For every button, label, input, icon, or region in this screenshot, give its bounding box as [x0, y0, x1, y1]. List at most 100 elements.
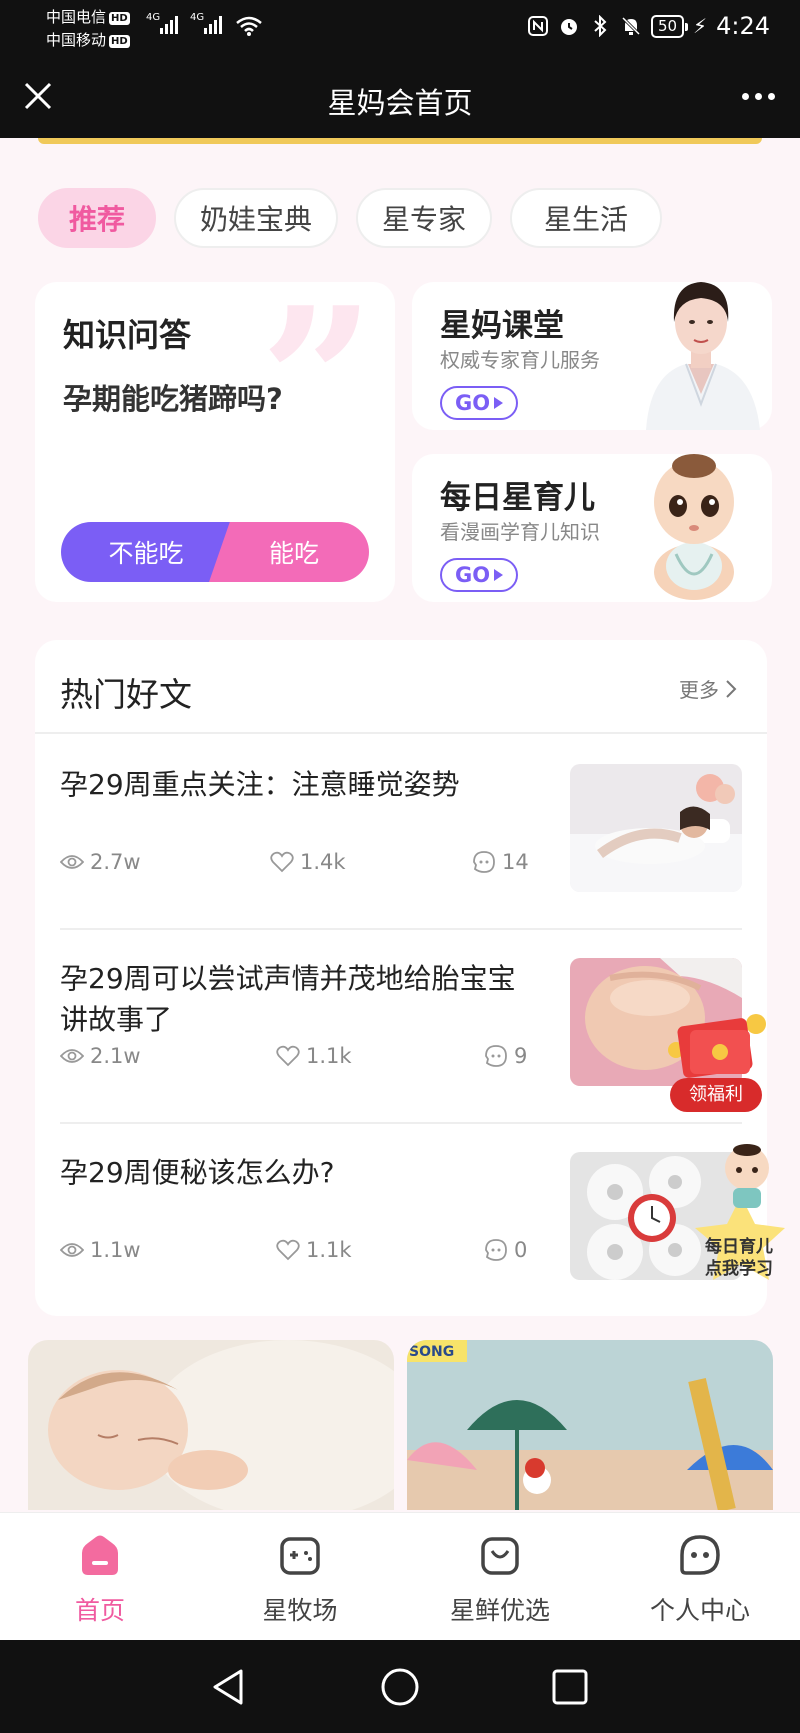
comment-count: 14 — [502, 850, 529, 874]
back-icon[interactable] — [207, 1665, 251, 1709]
song-label: SONG — [409, 1344, 455, 1360]
heart-icon[interactable] — [270, 851, 294, 873]
comment-icon[interactable] — [484, 1238, 508, 1262]
status-bar: 中国电信 HD 中国移动 HD 4G 4G 50 ⚡ 4:24 — [0, 0, 800, 58]
nav-star-select[interactable]: 星鲜优选 — [400, 1513, 600, 1641]
shopping-bag-icon — [481, 1537, 519, 1575]
sleeping-baby-image — [28, 1340, 394, 1510]
knowledge-qa-card: ” 知识问答 孕期能吃猪蹄吗? 不能吃 能吃 — [35, 282, 395, 602]
answer-yes-button[interactable]: 能吃 — [209, 522, 369, 582]
play-icon — [494, 397, 504, 409]
tab-star-expert[interactable]: 星专家 — [356, 188, 492, 248]
more-options-icon[interactable] — [736, 78, 780, 114]
network-type: 4G — [146, 12, 161, 23]
signal-2: 4G — [190, 12, 222, 37]
nav-label: 个人中心 — [649, 1596, 750, 1625]
home-circle-icon[interactable] — [378, 1665, 422, 1709]
promo-image-cartoon[interactable]: SONG — [407, 1340, 773, 1510]
tab-star-life[interactable]: 星生活 — [510, 188, 662, 248]
view-count: 1.1w — [90, 1238, 141, 1262]
welfare-widget[interactable]: 领福利 — [660, 1008, 772, 1116]
battery-icon: 50 — [650, 14, 689, 38]
card-subtitle: 权威专家育儿服务 — [440, 348, 600, 372]
comment-count: 9 — [514, 1044, 528, 1068]
qa-label: 知识问答 — [63, 316, 192, 354]
wifi-icon — [236, 16, 262, 36]
banner-edge[interactable] — [38, 138, 762, 144]
star-mom-class-card[interactable]: 星妈课堂 权威专家育儿服务 GO — [412, 282, 772, 430]
signal-bars-icon — [204, 14, 222, 34]
bottom-nav: 首页 星牧场 星鲜优选 个人中心 — [0, 1512, 800, 1640]
like-count: 1.1k — [306, 1238, 352, 1262]
hd-badge: HD — [109, 35, 130, 48]
card-title: 每日星育儿 — [440, 480, 595, 516]
go-button[interactable]: GO — [440, 386, 518, 420]
answer-no-button[interactable]: 不能吃 — [61, 522, 231, 582]
signal-bars-icon — [160, 14, 178, 34]
daily-study-widget[interactable]: 每日育儿 点我学习 — [685, 1140, 797, 1300]
heart-icon[interactable] — [276, 1239, 300, 1261]
profile-face-icon — [680, 1535, 720, 1575]
clock: 4:24 — [716, 12, 770, 40]
nav-label: 首页 — [74, 1596, 125, 1625]
nfc-icon — [527, 15, 549, 37]
eye-icon — [60, 855, 84, 869]
promo-image-baby[interactable] — [28, 1340, 394, 1510]
page-title: 星妈会首页 — [327, 86, 473, 120]
article-stats: 1.1w 1.1k 0 — [60, 1238, 535, 1268]
home-icon — [82, 1535, 118, 1575]
article-item[interactable]: 孕29周可以尝试声情并茂地给胎宝宝讲故事了 2.1w 1.1k 9 — [60, 930, 742, 1124]
baby-doll-image — [654, 454, 734, 600]
article-title: 孕29周重点关注：注意睡觉姿势 — [60, 768, 460, 801]
signal-1: 4G — [146, 12, 178, 37]
heart-icon[interactable] — [276, 1045, 300, 1067]
chevron-right-icon — [726, 679, 737, 698]
article-title: 孕29周便秘该怎么办? — [60, 1156, 335, 1189]
section-header: 热门好文 更多 — [35, 640, 767, 734]
carrier-1: 中国电信 — [46, 8, 107, 26]
like-count: 1.1k — [306, 1044, 352, 1068]
daily-parenting-card[interactable]: 每日星育儿 看漫画学育儿知识 GO — [412, 454, 772, 602]
section-title: 热门好文 — [60, 675, 192, 714]
comment-icon[interactable] — [484, 1044, 508, 1068]
category-tabs: 推荐 奶娃宝典 星专家 星生活 — [38, 188, 662, 248]
system-nav-bar — [0, 1640, 800, 1733]
go-button[interactable]: GO — [440, 558, 518, 592]
game-icon — [280, 1537, 320, 1575]
cartoon-rain-image — [407, 1340, 773, 1510]
comment-count: 0 — [514, 1238, 528, 1262]
article-item[interactable]: 孕29周重点关注：注意睡觉姿势 2.7w 1.4k 14 — [60, 736, 742, 930]
comment-icon[interactable] — [472, 850, 496, 874]
carrier-info: 中国电信 HD 中国移动 HD — [46, 6, 130, 52]
eye-icon — [60, 1243, 84, 1257]
title-bar: 星妈会首页 — [0, 58, 800, 138]
nav-star-ranch[interactable]: 星牧场 — [200, 1513, 400, 1641]
nav-home[interactable]: 首页 — [0, 1513, 200, 1641]
article-thumbnail — [570, 764, 742, 892]
tab-baby-guide[interactable]: 奶娃宝典 — [174, 188, 338, 248]
card-subtitle: 看漫画学育儿知识 — [440, 520, 600, 544]
network-type: 4G — [190, 12, 205, 23]
doctor-image — [646, 282, 760, 430]
more-link[interactable]: 更多 — [679, 674, 737, 703]
play-icon — [494, 569, 504, 581]
tab-recommend[interactable]: 推荐 — [38, 188, 156, 248]
article-title: 孕29周可以尝试声情并茂地给胎宝宝讲故事了 — [60, 962, 516, 1036]
welfare-label: 领福利 — [689, 1084, 743, 1105]
alarm-icon — [558, 15, 580, 37]
hot-articles-section: 热门好文 更多 孕29周重点关注：注意睡觉姿势 2.7w 1.4k 14 孕29… — [35, 640, 767, 1316]
nav-label: 星鲜优选 — [449, 1596, 550, 1625]
mute-icon — [620, 15, 642, 37]
article-stats: 2.7w 1.4k 14 — [60, 850, 535, 880]
article-item[interactable]: 孕29周便秘该怎么办? 1.1w 1.1k 0 — [60, 1124, 742, 1318]
carrier-2: 中国移动 — [46, 31, 107, 49]
qa-question: 孕期能吃猪蹄吗? — [63, 382, 283, 416]
nav-profile[interactable]: 个人中心 — [600, 1513, 800, 1641]
daily-study-label-2: 点我学习 — [705, 1259, 773, 1279]
charging-icon: ⚡ — [693, 14, 708, 38]
eye-icon — [60, 1049, 84, 1063]
view-count: 2.1w — [90, 1044, 141, 1068]
bluetooth-icon — [589, 15, 611, 37]
more-label: 更多 — [679, 678, 719, 702]
recents-icon[interactable] — [548, 1665, 592, 1709]
